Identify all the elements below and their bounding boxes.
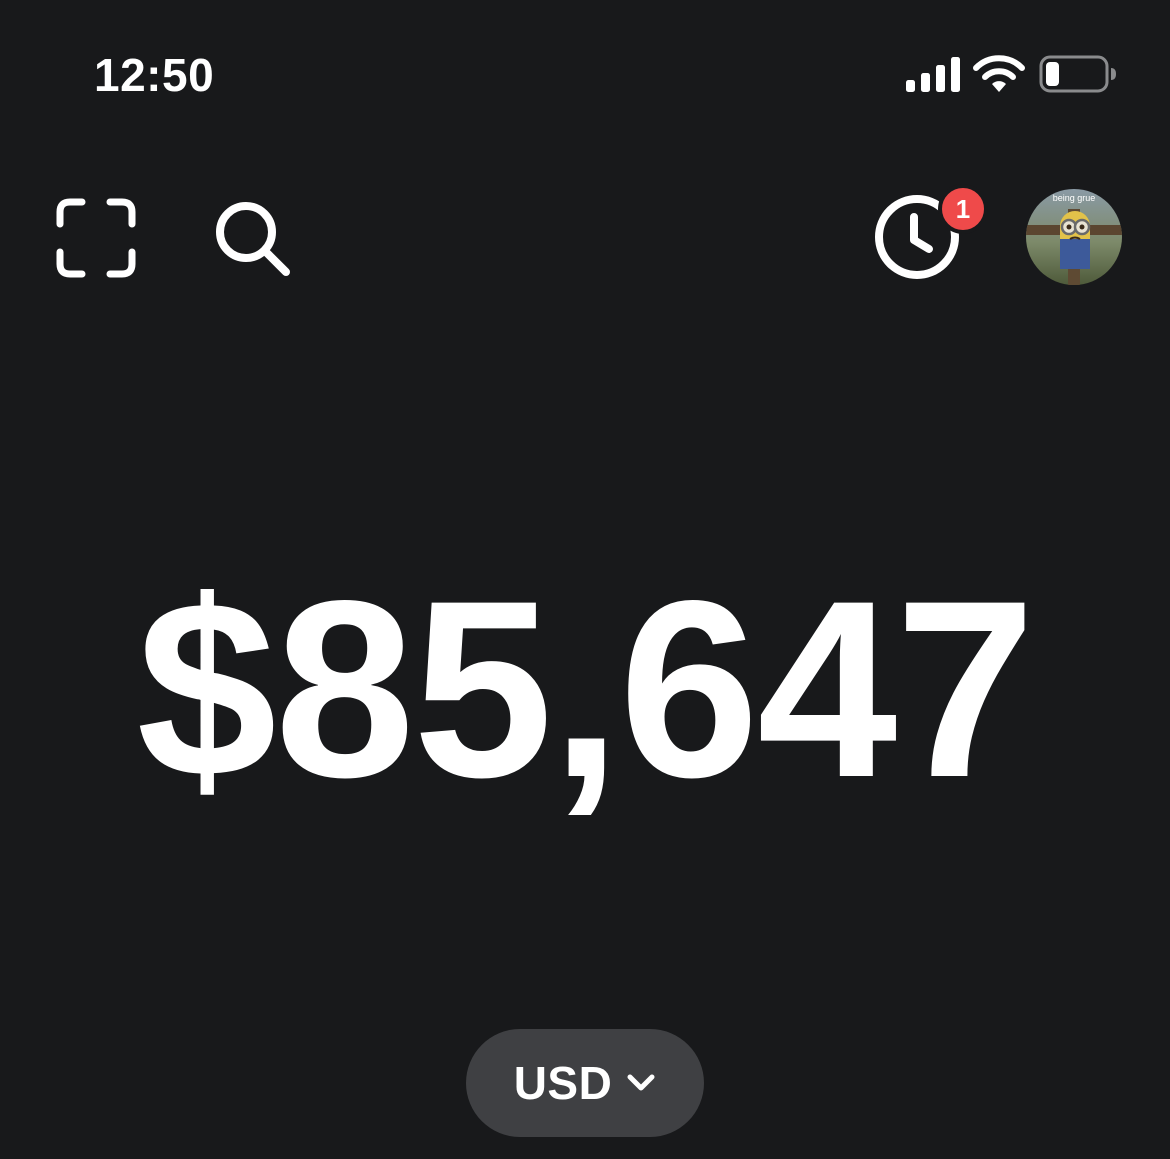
status-bar: 12:50 bbox=[0, 0, 1170, 150]
avatar-image: being grue bbox=[1026, 189, 1122, 285]
search-icon[interactable] bbox=[212, 198, 294, 280]
profile-avatar[interactable]: being grue bbox=[1026, 189, 1122, 285]
cellular-signal-icon bbox=[906, 57, 960, 92]
chevron-down-icon bbox=[627, 1074, 655, 1091]
activity-notification-badge: 1 bbox=[938, 184, 988, 234]
status-time: 12:50 bbox=[94, 49, 215, 101]
battery-icon bbox=[1039, 55, 1116, 93]
currency-label: USD bbox=[513, 1057, 613, 1109]
avatar-caption: being grue bbox=[1053, 193, 1096, 203]
scan-qr-icon[interactable] bbox=[56, 198, 136, 278]
balance-amount: $85,647 bbox=[136, 549, 1036, 830]
wifi-icon bbox=[973, 55, 1025, 92]
currency-selector-button[interactable]: USD bbox=[466, 1029, 704, 1137]
